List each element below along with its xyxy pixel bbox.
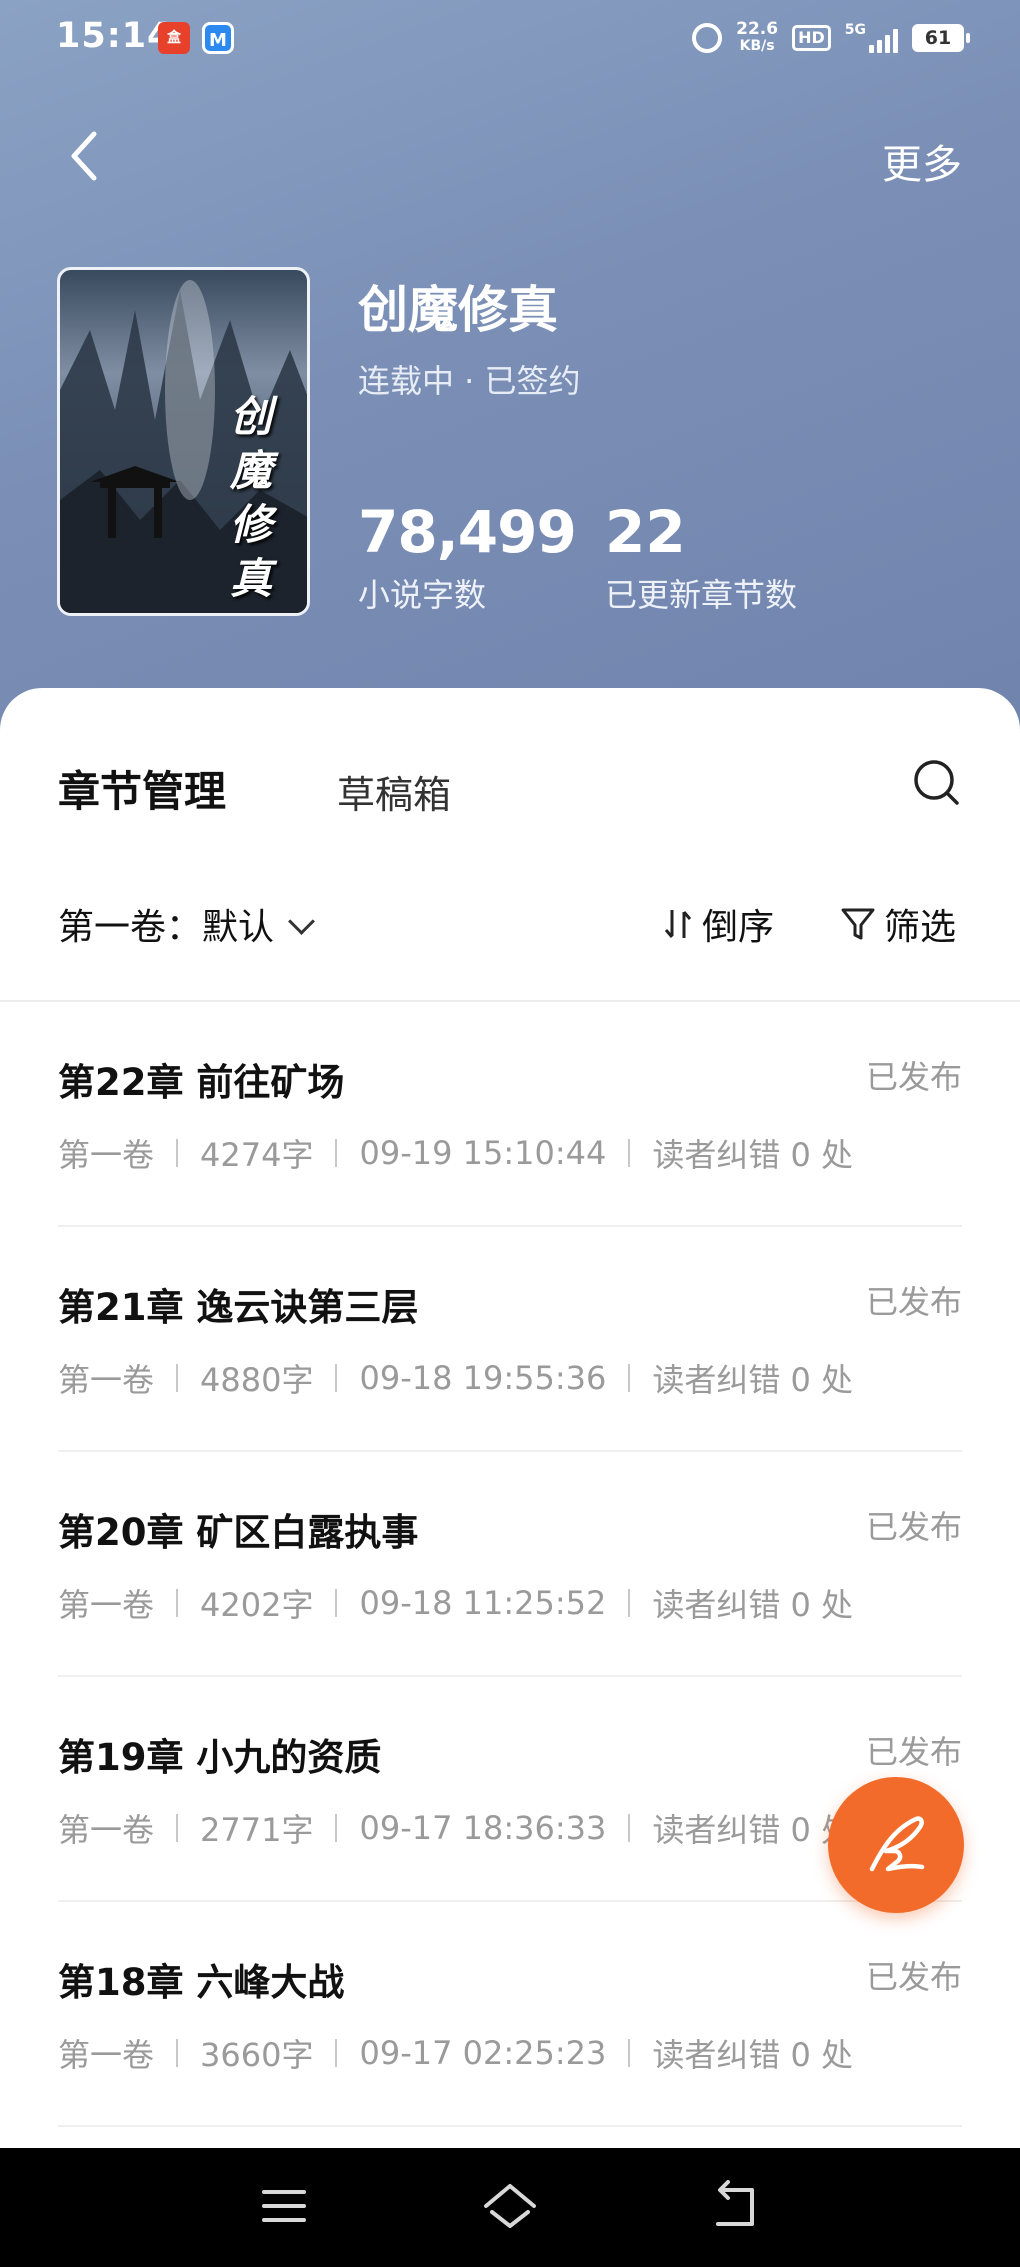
word-count-label: 小说字数 bbox=[358, 576, 487, 614]
chapter-title: 第20章 矿区白露执事 bbox=[58, 1511, 419, 1554]
chapter-volume: 第一卷 bbox=[58, 1811, 155, 1849]
filter-button[interactable]: 筛选 bbox=[840, 898, 956, 950]
book-title: 创魔修真 bbox=[358, 281, 558, 339]
status-time: 15:14 bbox=[56, 16, 173, 56]
status-bar: 15:14 盒 M 22.6 KB/s HD 5G 61 bbox=[0, 0, 1020, 76]
hd-icon: HD bbox=[792, 25, 831, 51]
chapter-item[interactable]: 第20章 矿区白露执事 已发布 第一卷 4202字 09-18 11:25:52… bbox=[58, 1452, 962, 1677]
chapter-errata: 读者纠错 0 处 bbox=[652, 1361, 854, 1399]
chapter-item[interactable]: 第18章 六峰大战 已发布 第一卷 3660字 09-17 02:25:23 读… bbox=[58, 1902, 962, 2127]
chapter-errata: 读者纠错 0 处 bbox=[652, 1586, 854, 1624]
chapter-volume: 第一卷 bbox=[58, 1361, 155, 1399]
chapter-words: 3660字 bbox=[200, 2036, 314, 2074]
book-status: 连载中 · 已签约 bbox=[358, 362, 581, 400]
chapter-title: 第19章 小九的资质 bbox=[58, 1736, 382, 1779]
search-button[interactable] bbox=[912, 758, 962, 808]
chapter-meta: 第一卷 4274字 09-19 15:10:44 读者纠错 0 处 bbox=[58, 1130, 853, 1176]
sort-button[interactable]: 倒序 bbox=[662, 898, 774, 950]
menu-icon bbox=[262, 2190, 306, 2222]
chapter-words: 4274字 bbox=[200, 1136, 314, 1174]
chapter-volume: 第一卷 bbox=[58, 1586, 155, 1624]
filter-label: 筛选 bbox=[884, 907, 957, 948]
chapter-status: 已发布 bbox=[865, 1733, 962, 1771]
app-notification-icon: 盒 bbox=[158, 22, 190, 54]
network-speed-value: 22.6 bbox=[736, 19, 779, 39]
network-speed-unit: KB/s bbox=[739, 38, 775, 54]
back-arrow-icon bbox=[716, 2180, 754, 2226]
system-back-button[interactable] bbox=[708, 2178, 764, 2234]
chapter-time: 09-18 11:25:52 bbox=[359, 1584, 607, 1622]
chapter-item[interactable]: 第19章 小九的资质 已发布 第一卷 2771字 09-17 18:36:33 … bbox=[58, 1677, 962, 1902]
chapter-title: 第22章 前往矿场 bbox=[58, 1061, 345, 1104]
filter-icon bbox=[841, 908, 875, 940]
system-navigation-bar bbox=[0, 2148, 1020, 2267]
chapter-meta: 第一卷 3660字 09-17 02:25:23 读者纠错 0 处 bbox=[58, 2030, 853, 2076]
network-speed: 22.6 KB/s bbox=[736, 21, 778, 55]
chapter-status: 已发布 bbox=[865, 1958, 962, 1996]
chapter-item[interactable]: 第21章 逸云诀第三层 已发布 第一卷 4880字 09-18 19:55:36… bbox=[58, 1227, 962, 1452]
chapter-count-label: 已更新章节数 bbox=[605, 576, 798, 614]
chapter-words: 2771字 bbox=[200, 1811, 314, 1849]
search-icon bbox=[914, 760, 959, 805]
chapter-words: 4880字 bbox=[200, 1361, 314, 1399]
alarm-icon bbox=[692, 23, 723, 53]
chapter-status: 已发布 bbox=[865, 1508, 962, 1546]
write-chapter-button[interactable] bbox=[828, 1777, 964, 1913]
app-notification-icon-2: M bbox=[202, 22, 234, 54]
volume-selector-label: 第一卷：默认 bbox=[58, 907, 275, 948]
chapter-time: 09-19 15:10:44 bbox=[359, 1134, 607, 1172]
chapter-errata: 读者纠错 0 处 bbox=[652, 1136, 854, 1174]
chapter-title: 第18章 六峰大战 bbox=[58, 1961, 345, 2004]
chapter-time: 09-18 19:55:36 bbox=[359, 1359, 607, 1397]
volume-selector[interactable]: 第一卷：默认 bbox=[58, 898, 315, 950]
chapter-volume: 第一卷 bbox=[58, 1136, 155, 1174]
chapter-status: 已发布 bbox=[865, 1283, 962, 1321]
home-icon bbox=[484, 2184, 536, 2228]
recent-apps-button[interactable] bbox=[256, 2178, 312, 2234]
chapter-meta: 第一卷 4202字 09-18 11:25:52 读者纠错 0 处 bbox=[58, 1580, 853, 1626]
home-button[interactable] bbox=[480, 2176, 540, 2236]
chapter-words: 4202字 bbox=[200, 1586, 314, 1624]
sort-label: 倒序 bbox=[702, 907, 775, 948]
chevron-left-icon bbox=[71, 131, 97, 181]
cover-title: 创魔修真 bbox=[230, 392, 273, 603]
chapter-meta: 第一卷 4880字 09-18 19:55:36 读者纠错 0 处 bbox=[58, 1355, 853, 1401]
chapter-panel: 章节管理 草稿箱 第一卷：默认 倒序 筛选 第22章 前往矿场 已发布 第一卷 … bbox=[0, 688, 1020, 2148]
chapter-title: 第21章 逸云诀第三层 bbox=[58, 1286, 419, 1329]
tab-drafts[interactable]: 草稿箱 bbox=[337, 764, 451, 819]
quill-icon bbox=[869, 1816, 925, 1872]
chapter-count-value: 22 bbox=[605, 498, 686, 566]
chapter-errata: 读者纠错 0 处 bbox=[652, 2036, 854, 2074]
chapter-time: 09-17 02:25:23 bbox=[359, 2034, 607, 2072]
battery-icon: 61 bbox=[912, 24, 970, 52]
chapter-item[interactable]: 第22章 前往矿场 已发布 第一卷 4274字 09-19 15:10:44 读… bbox=[58, 1002, 962, 1227]
chapter-divider bbox=[58, 2125, 962, 2127]
book-cover[interactable]: 创魔修真 bbox=[57, 267, 310, 616]
signal-icon: 5G bbox=[845, 23, 898, 53]
chapter-volume: 第一卷 bbox=[58, 2036, 155, 2074]
chapter-meta: 第一卷 2771字 09-17 18:36:33 读者纠错 0 处 bbox=[58, 1805, 853, 1851]
chapter-errata: 读者纠错 0 处 bbox=[652, 1811, 854, 1849]
network-type: 5G bbox=[844, 22, 866, 38]
chapter-time: 09-17 18:36:33 bbox=[359, 1809, 607, 1847]
chapter-status: 已发布 bbox=[865, 1058, 962, 1096]
back-button[interactable] bbox=[58, 120, 118, 190]
tab-chapter-management[interactable]: 章节管理 bbox=[58, 758, 226, 819]
status-indicators: 22.6 KB/s HD 5G 61 bbox=[692, 18, 970, 58]
word-count-value: 78,499 bbox=[358, 498, 577, 566]
chevron-down-icon bbox=[288, 908, 315, 935]
sort-icon bbox=[664, 910, 692, 938]
more-button[interactable]: 更多 bbox=[882, 132, 962, 190]
